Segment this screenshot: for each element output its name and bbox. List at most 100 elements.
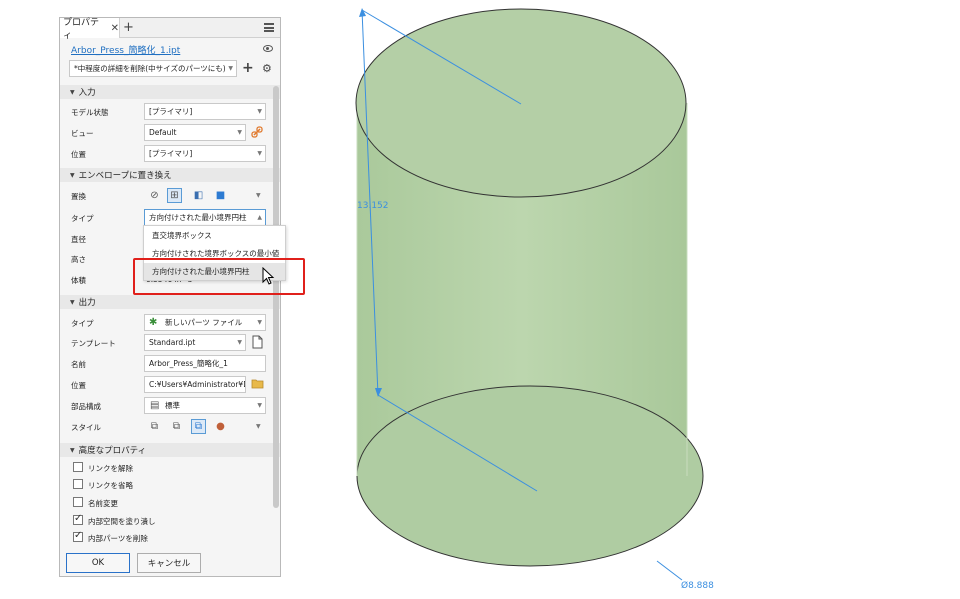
part-box-icon[interactable]: ◧ <box>191 188 206 203</box>
chevron-down-icon: ▼ <box>257 319 262 326</box>
close-icon[interactable]: ✕ <box>111 23 119 34</box>
omit-link-checkbox[interactable] <box>73 479 83 489</box>
remove-internal-parts-checkbox[interactable] <box>73 530 83 542</box>
output-type-label: タイプ <box>71 319 94 328</box>
height-dimension-label[interactable]: 13.152 <box>357 201 389 211</box>
section-envelope-title: エンベロープに置き換え <box>78 171 172 181</box>
solid-style-icon[interactable]: ⧉ <box>191 419 206 434</box>
envelope-type-select[interactable]: 方向付けされた最小境界円柱 ▲ <box>144 209 266 226</box>
name-input[interactable]: Arbor_Press_簡略化_1 <box>144 355 266 372</box>
section-advanced-header[interactable]: ▼ 高度なプロパティ <box>60 443 280 457</box>
link-icon[interactable] <box>251 126 264 139</box>
model-state-label: モデル状態 <box>71 108 109 117</box>
location-value: C:¥Users¥Administrator¥Do <box>149 380 246 389</box>
chevron-down-icon[interactable]: ▼ <box>256 423 261 430</box>
single-body-icon[interactable]: ⧉ <box>147 419 162 434</box>
chevron-down-icon: ▼ <box>237 129 242 136</box>
rename-label: 名前変更 <box>88 499 118 508</box>
collapse-icon: ▼ <box>70 298 75 306</box>
bom-select[interactable]: ▤ 標準 ▼ <box>144 397 266 414</box>
height-label: 高さ <box>71 255 86 264</box>
chevron-down-icon: ▼ <box>257 150 262 157</box>
menu-icon[interactable] <box>264 23 274 32</box>
template-value: Standard.ipt <box>149 338 196 347</box>
section-input-header[interactable]: ▼ 入力 <box>60 85 280 99</box>
solid-box-icon[interactable]: ■ <box>213 188 228 203</box>
name-value: Arbor_Press_簡略化_1 <box>149 359 228 368</box>
collapse-icon: ▼ <box>70 171 75 179</box>
diameter-label: 直径 <box>71 235 86 244</box>
preset-select[interactable]: *中程度の詳細を削除(中サイズのパーツにも) ▼ <box>69 60 237 77</box>
collapse-icon: ▼ <box>70 446 75 454</box>
cylinder-bottom-cap <box>356 385 704 567</box>
replace-label: 置換 <box>71 192 86 201</box>
tab-properties[interactable]: プロパティ ✕ <box>60 18 120 41</box>
preset-value: *中程度の詳細を削除(中サイズのパーツにも) <box>74 64 226 73</box>
multi-body-icon[interactable]: ⧉ <box>169 419 184 434</box>
add-preset-icon[interactable]: + <box>242 61 254 75</box>
envelope-type-value: 方向付けされた最小境界円柱 <box>149 213 247 222</box>
position-select[interactable]: [プライマリ] ▼ <box>144 145 266 162</box>
bom-value: 標準 <box>165 401 180 410</box>
position-value: [プライマリ] <box>149 149 193 158</box>
output-type-value: 新しいパーツ ファイル <box>165 318 243 327</box>
location-input[interactable]: C:¥Users¥Administrator¥Do <box>144 376 246 393</box>
section-advanced-title: 高度なプロパティ <box>78 446 147 456</box>
template-select[interactable]: Standard.ipt ▼ <box>144 334 246 351</box>
view-select[interactable]: Default ▼ <box>144 124 246 141</box>
panel-tab-bar: プロパティ ✕ + <box>60 18 280 41</box>
name-label: 名前 <box>71 360 86 369</box>
new-part-icon: ✱ <box>149 317 158 328</box>
fill-internal-voids-label: 内部空間を塗り潰し <box>88 517 156 526</box>
cylinder-top-cap <box>355 8 687 198</box>
document-icon[interactable] <box>252 335 263 349</box>
volume-label: 体積 <box>71 276 86 285</box>
dropdown-option-orthogonal-box[interactable]: 直交境界ボックス <box>144 227 285 244</box>
chevron-down-icon: ▼ <box>257 108 262 115</box>
panel-scrollbar[interactable] <box>273 86 279 508</box>
break-link-label: リンクを解除 <box>88 464 133 473</box>
chevron-down-icon[interactable]: ▼ <box>256 192 261 199</box>
highlight-frame <box>133 258 305 295</box>
view-value: Default <box>149 128 177 137</box>
chevron-down-icon: ▼ <box>228 65 233 72</box>
omit-link-label: リンクを省略 <box>88 481 133 490</box>
fill-internal-voids-checkbox[interactable] <box>73 513 83 525</box>
chevron-down-icon: ▼ <box>237 339 242 346</box>
gear-icon[interactable]: ⚙ <box>262 62 272 75</box>
rename-checkbox[interactable] <box>73 497 83 507</box>
eye-icon[interactable] <box>263 45 273 52</box>
model-state-value: [プライマリ] <box>149 107 193 116</box>
chevron-up-icon: ▲ <box>255 214 262 221</box>
property-panel: プロパティ ✕ + Arbor_Press_簡略化_1.ipt *中程度の詳細を… <box>59 17 281 577</box>
component-tree-icon[interactable]: ⊞ <box>167 188 182 203</box>
ok-button[interactable]: OK <box>66 553 130 573</box>
output-type-select[interactable]: ✱ 新しいパーツ ファイル ▼ <box>144 314 266 331</box>
bom-structure-icon: ▤ <box>150 400 160 411</box>
section-input-title: 入力 <box>78 88 96 98</box>
cylinder-model[interactable] <box>355 8 704 567</box>
none-icon[interactable]: ⊘ <box>147 188 162 203</box>
break-link-checkbox[interactable] <box>73 462 83 472</box>
cancel-button[interactable]: キャンセル <box>137 553 201 573</box>
style-label: スタイル <box>71 423 101 432</box>
file-name-link[interactable]: Arbor_Press_簡略化_1.ipt <box>71 43 180 56</box>
tab-properties-label: プロパティ <box>63 18 100 41</box>
add-tab-icon[interactable]: + <box>123 21 134 34</box>
position-label: 位置 <box>71 150 86 159</box>
folder-icon[interactable] <box>251 378 264 389</box>
remove-internal-parts-label: 内部パーツを削除 <box>88 534 148 543</box>
bom-label: 部品構成 <box>71 402 101 411</box>
collapse-icon: ▼ <box>70 88 75 96</box>
section-output-title: 出力 <box>78 298 96 308</box>
section-output-header[interactable]: ▼ 出力 <box>60 295 280 309</box>
surface-style-icon[interactable]: ● <box>213 419 228 434</box>
diameter-dimension-label[interactable]: Ø8.888 <box>681 580 714 591</box>
mouse-cursor-icon <box>262 267 275 285</box>
type-label: タイプ <box>71 214 94 223</box>
chevron-down-icon: ▼ <box>257 402 262 409</box>
location-label: 位置 <box>71 381 86 390</box>
model-state-select[interactable]: [プライマリ] ▼ <box>144 103 266 120</box>
section-envelope-header[interactable]: ▼ エンベロープに置き換え <box>60 168 280 182</box>
template-label: テンプレート <box>71 339 116 348</box>
